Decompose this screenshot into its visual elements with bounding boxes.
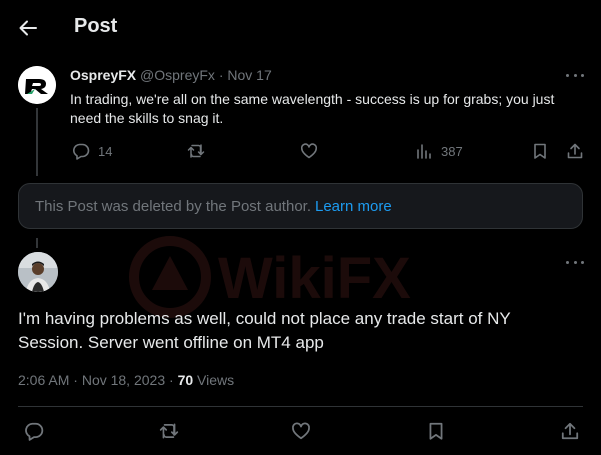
separator: · xyxy=(169,372,174,388)
like-button[interactable] xyxy=(300,142,318,160)
post-text: In trading, we're all on the same wavele… xyxy=(70,91,555,126)
like-icon xyxy=(300,142,318,160)
divider xyxy=(18,406,583,407)
author-name[interactable]: OspreyFX xyxy=(70,67,136,83)
deleted-post-notice: This Post was deleted by the Post author… xyxy=(18,183,583,229)
learn-more-link[interactable]: Learn more xyxy=(315,198,392,215)
post-text: I'm having problems as well, could not p… xyxy=(18,309,511,352)
view-count: 70 xyxy=(177,372,194,388)
like-icon xyxy=(291,421,311,441)
avatar[interactable] xyxy=(18,66,56,104)
separator: · xyxy=(73,372,78,388)
svg-text:WikiFX: WikiFX xyxy=(218,246,411,311)
post-date[interactable]: Nov 17 xyxy=(227,67,271,83)
reply-icon xyxy=(24,421,44,441)
share-icon xyxy=(560,421,580,441)
views-label: Views xyxy=(197,372,235,388)
bookmark-button[interactable] xyxy=(426,421,446,441)
bookmark-icon xyxy=(531,142,549,160)
post-date[interactable]: Nov 18, 2023 xyxy=(82,372,165,388)
like-button[interactable] xyxy=(291,421,311,441)
bookmark-icon xyxy=(426,421,446,441)
deleted-notice-text: This Post was deleted by the Post author… xyxy=(35,197,311,215)
author-handle[interactable]: @OspreyFx xyxy=(140,67,215,83)
separator: · xyxy=(218,67,224,83)
bookmark-button[interactable] xyxy=(531,142,549,160)
thread-line xyxy=(36,108,38,176)
repost-button[interactable] xyxy=(187,142,205,160)
page-title: Post xyxy=(74,15,118,37)
share-icon xyxy=(566,142,584,160)
share-button[interactable] xyxy=(566,142,584,160)
view-count: 387 xyxy=(441,143,463,159)
post-time[interactable]: 2:06 AM xyxy=(18,372,69,388)
avatar[interactable] xyxy=(18,252,58,292)
share-button[interactable] xyxy=(560,421,580,441)
back-arrow-icon[interactable] xyxy=(18,18,38,38)
more-icon[interactable] xyxy=(566,259,584,265)
reply-count: 14 xyxy=(98,143,113,159)
more-icon[interactable] xyxy=(566,72,584,78)
reply-icon xyxy=(72,142,90,160)
reply-button[interactable]: 14 xyxy=(72,142,112,160)
repost-icon xyxy=(159,421,179,441)
thread-line xyxy=(36,238,38,248)
views-icon xyxy=(415,142,433,160)
repost-icon xyxy=(187,142,205,160)
reply-button[interactable] xyxy=(24,421,44,441)
views-button[interactable]: 387 xyxy=(415,142,463,160)
post-header: OspreyFX @OspreyFx · Nov 17 xyxy=(70,67,272,83)
post-meta: 2:06 AM · Nov 18, 2023 · 70 Views xyxy=(18,372,234,388)
repost-button[interactable] xyxy=(159,421,179,441)
header: Post xyxy=(0,0,601,56)
